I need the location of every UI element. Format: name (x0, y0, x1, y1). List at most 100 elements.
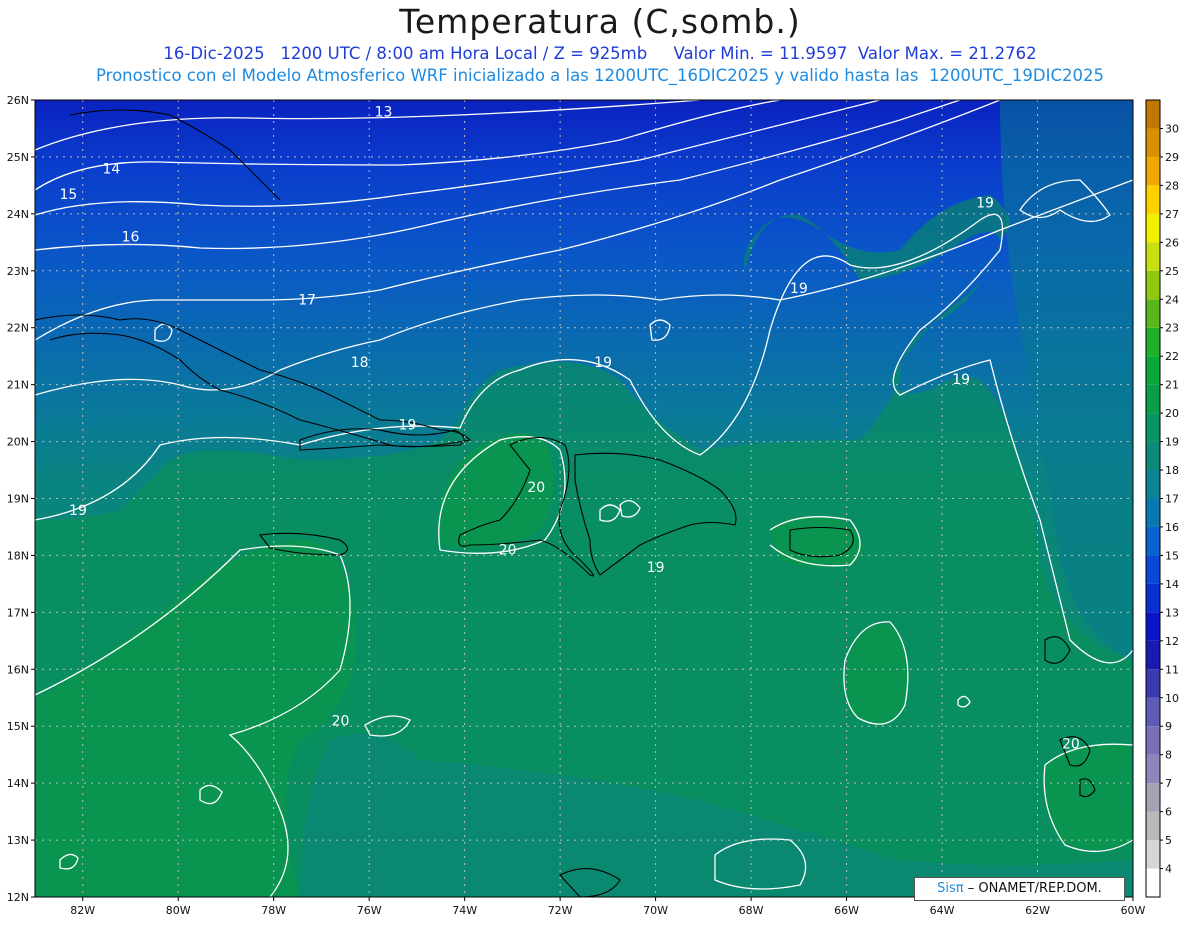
colorbar-label: 26 (1165, 236, 1179, 249)
colorbar-label: 24 (1165, 293, 1179, 306)
colorbar-swatch (1146, 299, 1160, 328)
lat-tick-label: 24N (7, 208, 29, 221)
colorbar-label: 11 (1165, 663, 1179, 676)
colorbar-label: 5 (1165, 834, 1172, 847)
contour-label: 19 (952, 372, 970, 388)
lat-tick-label: 12N (7, 891, 29, 904)
contour-label: 20 (499, 543, 517, 559)
colorbar-swatch (1146, 156, 1160, 186)
colorbar-swatch (1146, 555, 1160, 584)
colorbar-swatch (1146, 526, 1160, 556)
colorbar-label: 8 (1165, 749, 1172, 762)
contour-label: 16 (122, 230, 140, 246)
colorbar-label: 16 (1165, 521, 1179, 534)
lon-tick-label: 82W (70, 904, 95, 917)
colorbar-swatch (1146, 783, 1160, 812)
credit-text: – ONAMET/REP.DOM. (967, 881, 1102, 896)
colorbar-swatch (1146, 327, 1160, 357)
colorbar-label: 7 (1165, 777, 1172, 790)
colorbar-swatch (1146, 583, 1160, 613)
lon-tick-label: 66W (834, 904, 859, 917)
colorbar-swatch (1146, 441, 1160, 471)
lon-tick-label: 76W (357, 904, 382, 917)
latitude-labels: 12N 13N 14N 15N 16N 17N 18N 19N 20N 21N 22N 23N 24N 2… (7, 94, 35, 904)
lon-tick-label: 64W (930, 904, 955, 917)
lat-tick-label: 17N (7, 606, 29, 619)
colorbar-swatch (1146, 470, 1160, 499)
colorbar-swatch (1146, 612, 1160, 641)
sispi-logo: Sisπ (937, 881, 964, 896)
colorbar-swatch (1146, 242, 1160, 271)
lat-tick-label: 18N (7, 549, 29, 562)
colorbar-swatch (1146, 185, 1160, 214)
lat-tick-label: 25N (7, 151, 29, 164)
colorbar-label: 14 (1165, 578, 1179, 591)
colorbar-label: 28 (1165, 179, 1179, 192)
colorbar-label: 25 (1165, 265, 1179, 278)
colorbar-swatch (1146, 868, 1160, 897)
lat-tick-label: 22N (7, 322, 29, 335)
contour-label: 13 (375, 104, 393, 120)
lon-tick-label: 78W (261, 904, 286, 917)
colorbar-label: 6 (1165, 806, 1172, 819)
colorbar-swatch (1146, 270, 1160, 300)
contour-label: 15 (60, 187, 78, 203)
lat-tick-label: 20N (7, 436, 29, 449)
colorbar-swatch (1146, 128, 1160, 157)
lon-tick-label: 68W (739, 904, 764, 917)
lat-tick-label: 26N (7, 94, 29, 107)
colorbar-swatch (1146, 697, 1160, 727)
lon-tick-label: 62W (1025, 904, 1050, 917)
lat-tick-label: 19N (7, 493, 29, 506)
contour-label: 20 (332, 714, 350, 730)
colorbar-label: 27 (1165, 208, 1179, 221)
colorbar-swatch (1146, 100, 1160, 129)
colorbar-swatch (1146, 640, 1160, 670)
colorbar-swatch (1146, 356, 1160, 385)
contour-label: 19 (790, 281, 808, 297)
contour-label: 19 (976, 195, 994, 211)
lon-tick-label: 80W (166, 904, 191, 917)
credit-box: Sisπ – ONAMET/REP.DOM. (914, 877, 1125, 901)
lat-tick-label: 13N (7, 834, 29, 847)
colorbar-label: 19 (1165, 436, 1179, 449)
lon-tick-label: 70W (643, 904, 668, 917)
colorbar-label: 12 (1165, 635, 1179, 648)
lat-tick-label: 15N (7, 720, 29, 733)
contour-label: 18 (351, 355, 369, 371)
colorbar-label: 4 (1165, 863, 1172, 876)
colorbar-label: 30 (1165, 122, 1179, 135)
colorbar-label: 15 (1165, 549, 1179, 562)
contour-label: 20 (1062, 736, 1080, 752)
lon-tick-label: 60W (1121, 904, 1146, 917)
colorbar-swatch (1146, 811, 1160, 841)
colorbar-swatch (1146, 840, 1160, 869)
colorbar-label: 9 (1165, 720, 1172, 733)
colorbar-swatch (1146, 384, 1160, 414)
lat-tick-label: 23N (7, 265, 29, 278)
colorbar-swatch (1146, 754, 1160, 784)
colorbar-label: 17 (1165, 493, 1179, 506)
colorbar-label: 21 (1165, 379, 1179, 392)
contour-label: 17 (298, 292, 316, 308)
colorbar-swatch (1146, 726, 1160, 755)
lat-tick-label: 14N (7, 777, 29, 790)
colorbar-label: 13 (1165, 606, 1179, 619)
lon-tick-label: 72W (548, 904, 573, 917)
contour-label: 14 (102, 161, 120, 177)
temperature-map: 12N 13N 14N 15N 16N 17N 18N 19N 20N 21N 22N 23N 24N 2… (7, 94, 1179, 917)
colorbar-label: 29 (1165, 151, 1179, 164)
lat-tick-label: 16N (7, 663, 29, 676)
colorbar: 4 5 6 7 8 9 10 11 12 13 14 15 16 17 18 19 20 21 22 23 24 25 26… (1145, 99, 1179, 898)
colorbar-label: 22 (1165, 350, 1179, 363)
colorbar-swatch (1146, 213, 1160, 243)
colorbar-label: 23 (1165, 322, 1179, 335)
colorbar-label: 18 (1165, 464, 1179, 477)
contour-label: 19 (647, 560, 665, 576)
contour-label: 19 (398, 417, 416, 433)
lat-tick-label: 21N (7, 379, 29, 392)
lon-tick-label: 74W (452, 904, 477, 917)
contour-label: 20 (527, 480, 545, 496)
colorbar-label: 20 (1165, 407, 1179, 420)
contour-label: 19 (594, 355, 612, 371)
